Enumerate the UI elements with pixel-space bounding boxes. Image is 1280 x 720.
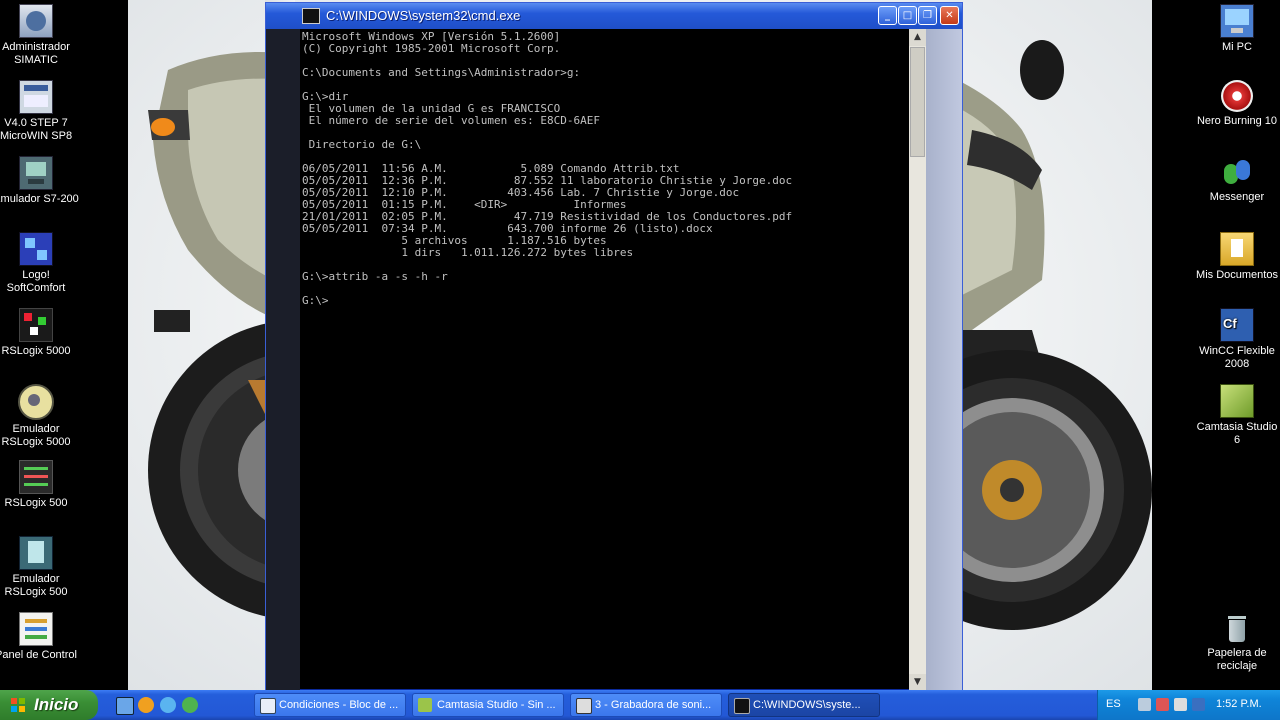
rslogix500-emulator-icon [19,536,53,570]
task-label: Camtasia Studio - Sin ... [437,699,556,711]
desktop-icon-label: Mi PC [1222,41,1252,53]
cmd-window[interactable]: C:\WINDOWS\system32\cmd.exe _ □ ❐ ✕ Micr… [265,2,963,692]
clock: 1:52 P.M. [1216,698,1262,710]
start-label: Inicio [34,695,79,714]
desktop-icon-label: Emulador RSLogix 500 [4,573,68,598]
desktop-icon-label: V4.0 STEP 7 MicroWIN SP8 [0,117,73,142]
task-sound-recorder[interactable]: 3 - Grabadora de soni... [570,693,722,717]
messenger-icon [1221,156,1253,188]
scroll-up-arrow-icon[interactable]: ▲ [909,29,926,46]
cmd-task-icon [734,698,750,714]
close-button[interactable]: ✕ [940,6,959,25]
desktop-icon-rslogix5000[interactable]: RSLogix 5000 [0,308,79,358]
desktop-icon-label: Camtasia Studio 6 [1196,421,1278,446]
camtasia-icon [1220,384,1254,418]
internet-explorer-icon[interactable] [160,697,176,713]
cmd-ghost-border [926,29,962,691]
language-indicator[interactable]: ES [1106,698,1121,710]
desktop-icon-label: Mis Documentos [1196,269,1278,281]
task-label: C:\WINDOWS\syste... [753,699,861,711]
cmd-title-bar[interactable]: C:\WINDOWS\system32\cmd.exe _ □ ❐ ✕ [266,3,962,29]
desktop-icon-label: WinCC Flexible 2008 [1199,345,1275,370]
task-notepad[interactable]: Condiciones - Bloc de ... [254,693,406,717]
rslogix5000-icon [19,308,53,342]
notepad-icon [260,698,276,714]
desktop-icon-messenger[interactable]: Messenger [1194,156,1280,204]
desktop-icon-label: Papelera de reciclaje [1207,647,1267,672]
s7-200-emulator-icon [19,156,53,190]
sound-recorder-icon [576,698,592,714]
desktop-icon-step7-microwin[interactable]: V4.0 STEP 7 MicroWIN SP8 [0,80,79,143]
desktop-icon-simatic[interactable]: Administrador SIMATIC [0,4,79,67]
wincc-tray-icon[interactable] [1192,698,1205,711]
rslogix5000-emulator-icon [18,384,54,420]
rslogix500-icon [19,460,53,494]
windows-flag-icon [11,698,25,712]
desktop-icon-wincc-flexible[interactable]: Cf WinCC Flexible 2008 [1194,308,1280,371]
volume-icon[interactable] [1174,698,1187,711]
control-panel-icon [19,612,53,646]
cmd-ghost-edge [266,29,300,691]
desktop-icon-rslogix5000-emulator[interactable]: Emulador RSLogix 5000 [0,384,79,449]
desktop-icon-s7-200-emulator[interactable]: Emulador S7-200 [0,156,79,206]
security-icon[interactable] [1156,698,1169,711]
desktop-icon-recycle-bin[interactable]: Papelera de reciclaje [1194,612,1280,673]
show-desktop-icon[interactable] [116,697,134,715]
maximize-button[interactable]: □ [898,6,917,25]
desktop-icon-label: Logo! SoftComfort [6,269,66,294]
desktop-icon-rslogix500[interactable]: RSLogix 500 [0,460,79,510]
start-button[interactable]: Inicio [0,690,98,720]
my-documents-icon [1220,232,1254,266]
desktop-icon-label: Emulador S7-200 [0,193,79,205]
desktop-icon-my-documents[interactable]: Mis Documentos [1194,232,1280,282]
media-player-icon[interactable] [138,697,154,713]
desktop-icon-nero[interactable]: Nero Burning 10 [1194,80,1280,128]
cmd-vertical-scrollbar[interactable]: ▲ ▼ [909,29,926,691]
desktop-icon-camtasia[interactable]: Camtasia Studio 6 [1194,384,1280,447]
step7-microwin-icon [19,80,53,114]
recycle-bin-icon [1221,612,1253,644]
camtasia-task-icon [418,698,432,712]
nero-burning-icon [1221,80,1253,112]
logo-softcomfort-icon [19,232,53,266]
task-label: 3 - Grabadora de soni... [595,699,712,711]
cmd-app-icon [302,8,320,24]
cmd-window-title: C:\WINDOWS\system32\cmd.exe [326,8,521,23]
minimize-button[interactable]: _ [878,6,897,25]
system-tray: ES 1:52 P.M. [1097,690,1280,720]
task-camtasia[interactable]: Camtasia Studio - Sin ... [412,693,564,717]
cmd-console[interactable]: Microsoft Windows XP [Versión 5.1.2600] … [300,29,909,689]
restore-button[interactable]: ❐ [918,6,937,25]
desktop-icon-label: Panel de Control [0,649,77,661]
wincc-flexible-icon: Cf [1220,308,1254,342]
desktop-icon-control-panel[interactable]: Panel de Control [0,612,79,662]
task-cmd[interactable]: C:\WINDOWS\syste... [728,693,880,717]
simatic-admin-icon [19,4,53,38]
desktop-icon-label: RSLogix 5000 [1,345,71,357]
desktop-icon-label: Administrador SIMATIC [2,41,70,66]
desktop-icon-logo-softcomfort[interactable]: Logo! SoftComfort [0,232,79,295]
desktop-icon-label: Messenger [1209,191,1265,203]
taskbar: Inicio Condiciones - Bloc de ... Camtasi… [0,690,1280,720]
console-output: Microsoft Windows XP [Versión 5.1.2600] … [302,30,793,307]
my-computer-icon [1220,4,1254,38]
desktop-icon-my-computer[interactable]: Mi PC [1194,4,1280,54]
desktop-icon-label: Nero Burning 10 [1196,115,1278,127]
desktop-icon-label: Emulador RSLogix 5000 [1,423,71,448]
messenger-quicklaunch-icon[interactable] [182,697,198,713]
desktop-icon-rslogix500-emulator[interactable]: Emulador RSLogix 500 [0,536,79,599]
scroll-thumb[interactable] [910,47,925,157]
desktop-icon-label: RSLogix 500 [4,497,68,509]
task-label: Condiciones - Bloc de ... [279,699,399,711]
scroll-down-arrow-icon[interactable]: ▼ [909,674,926,691]
network-icon[interactable] [1138,698,1151,711]
